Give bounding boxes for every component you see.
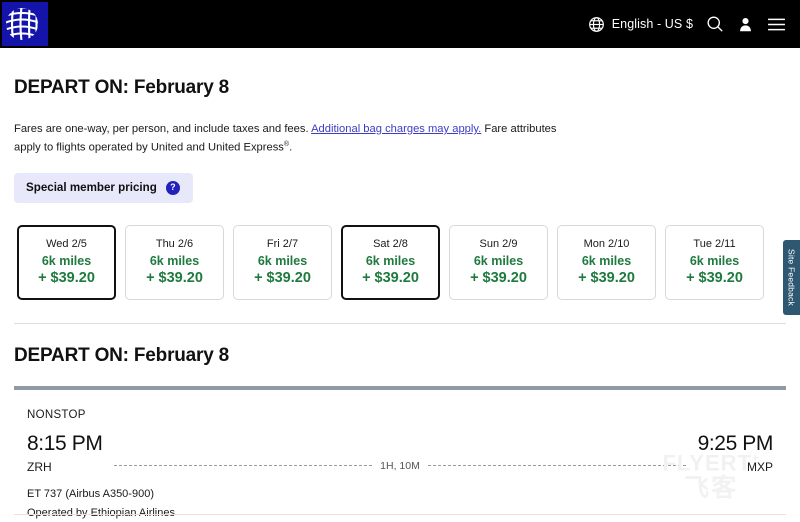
flight-result-row[interactable]: NONSTOP 8:15 PM ZRH 1H, 10M 9:25 PM MXP … bbox=[0, 409, 800, 522]
fare-note-part3: . bbox=[289, 141, 293, 154]
header-actions: English - US $ bbox=[588, 15, 786, 33]
fare-card-date: Fri 2/7 bbox=[266, 237, 299, 250]
fare-card-miles: 6k miles bbox=[689, 253, 740, 268]
fare-card-wed-2-5[interactable]: Wed 2/5 6k miles + $39.20 bbox=[17, 224, 116, 300]
fare-disclaimer: Fares are one-way, per person, and inclu… bbox=[14, 121, 574, 156]
fare-card-date: Wed 2/5 bbox=[46, 237, 87, 250]
fare-date-strip: Wed 2/5 6k miles + $39.20 Thu 2/6 6k mil… bbox=[17, 224, 800, 300]
bottom-divider bbox=[14, 514, 786, 515]
fare-card-date: Tue 2/11 bbox=[693, 237, 736, 250]
fare-card-date: Sun 2/9 bbox=[479, 237, 518, 250]
results-heading: DEPART ON: February 8 bbox=[14, 344, 230, 366]
additional-bag-charges-link[interactable]: Additional bag charges may apply. bbox=[311, 123, 481, 135]
fare-card-price: + $39.20 bbox=[38, 269, 95, 286]
departure-airport-code: ZRH bbox=[27, 459, 52, 474]
language-currency-selector[interactable]: English - US $ bbox=[612, 17, 693, 31]
main-content: DEPART ON: February 8 Fares are one-way,… bbox=[0, 48, 800, 522]
fare-card-date: Sat 2/8 bbox=[373, 237, 408, 250]
page-root: English - US $ DEPART ON: February 8 Far… bbox=[0, 0, 800, 522]
person-icon[interactable] bbox=[737, 16, 754, 33]
operated-by-label: Operated by Ethiopian Airlines bbox=[27, 506, 175, 519]
fare-card-thu-2-6[interactable]: Thu 2/6 6k miles + $39.20 bbox=[125, 224, 224, 300]
fare-card-date: Thu 2/6 bbox=[155, 237, 194, 250]
fare-card-sun-2-9[interactable]: Sun 2/9 6k miles + $39.20 bbox=[449, 224, 548, 300]
site-feedback-label: Site Feedback bbox=[786, 249, 797, 306]
search-icon[interactable] bbox=[706, 15, 724, 33]
site-header: English - US $ bbox=[0, 0, 800, 48]
fare-card-price: + $39.20 bbox=[254, 269, 311, 286]
fare-card-date: Mon 2/10 bbox=[583, 237, 630, 250]
fare-card-miles: 6k miles bbox=[365, 253, 416, 268]
special-member-pricing-badge[interactable]: Special member pricing ? bbox=[14, 172, 193, 203]
departure-block: 8:15 PM ZRH bbox=[27, 431, 103, 474]
dashed-line-left bbox=[114, 465, 373, 467]
arrival-block: 9:25 PM MXP bbox=[697, 431, 774, 474]
arrival-airport-code: MXP bbox=[746, 459, 773, 474]
section-divider bbox=[14, 322, 786, 324]
member-badge-label: Special member pricing bbox=[26, 181, 157, 195]
flight-duration-connector: 1H, 10M bbox=[114, 431, 686, 472]
arrival-time: 9:25 PM bbox=[697, 431, 774, 455]
fare-card-price: + $39.20 bbox=[578, 269, 635, 286]
results-top-rule bbox=[14, 385, 786, 390]
fare-card-fri-2-7[interactable]: Fri 2/7 6k miles + $39.20 bbox=[233, 224, 332, 300]
globe-icon[interactable] bbox=[588, 16, 605, 33]
fare-note-part1: Fares are one-way, per person, and inclu… bbox=[14, 123, 312, 135]
fare-card-miles: 6k miles bbox=[149, 253, 200, 268]
flight-times-row: 8:15 PM ZRH 1H, 10M 9:25 PM MXP bbox=[0, 431, 800, 474]
fare-card-price: + $39.20 bbox=[146, 269, 203, 286]
fare-card-mon-2-10[interactable]: Mon 2/10 6k miles + $39.20 bbox=[557, 224, 656, 300]
departure-time: 8:15 PM bbox=[27, 431, 103, 455]
fare-card-price: + $39.20 bbox=[470, 269, 527, 286]
united-globe-logo[interactable] bbox=[2, 2, 48, 46]
question-mark-icon[interactable]: ? bbox=[165, 180, 180, 195]
dashed-line-right bbox=[427, 465, 686, 467]
fare-card-miles: 6k miles bbox=[41, 253, 92, 268]
fare-card-miles: 6k miles bbox=[257, 253, 308, 268]
site-feedback-tab[interactable]: Site Feedback bbox=[783, 240, 800, 315]
fare-card-price: + $39.20 bbox=[686, 269, 743, 286]
flight-duration: 1H, 10M bbox=[380, 459, 420, 472]
hamburger-menu-icon[interactable] bbox=[767, 17, 786, 32]
globe-logo-graphic bbox=[6, 8, 38, 40]
stops-label: NONSTOP bbox=[27, 408, 86, 421]
aircraft-type: ET 737 (Airbus A350-900) bbox=[27, 487, 154, 500]
fare-card-miles: 6k miles bbox=[581, 253, 632, 268]
fare-card-tue-2-11[interactable]: Tue 2/11 6k miles + $39.20 bbox=[665, 224, 764, 300]
fare-card-sat-2-8[interactable]: Sat 2/8 6k miles + $39.20 bbox=[341, 224, 440, 300]
page-title: DEPART ON: February 8 bbox=[14, 77, 230, 98]
fare-card-miles: 6k miles bbox=[473, 253, 524, 268]
fare-card-price: + $39.20 bbox=[362, 269, 419, 286]
